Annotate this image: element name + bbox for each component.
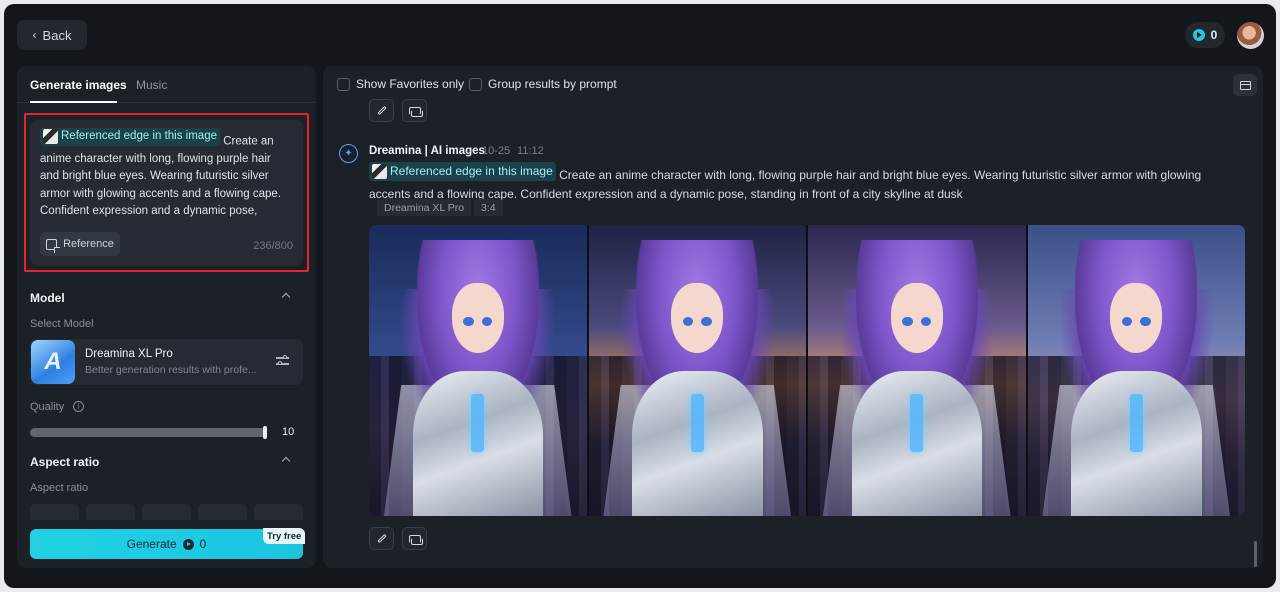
back-button[interactable]: ‹ Back [17, 20, 87, 50]
ratio-tag: 3:4 [474, 199, 503, 216]
repeat-icon [408, 106, 423, 117]
generate-label: Generate [126, 537, 177, 551]
reference-chip[interactable]: Referenced edge in this image [369, 162, 556, 181]
pencil-icon [376, 533, 387, 544]
avatar[interactable] [1237, 22, 1264, 49]
model-description: Better generation results with profe... [85, 364, 257, 376]
folder-icon [1239, 80, 1251, 90]
reference-chip-label: Referenced edge in this image [390, 164, 553, 178]
dreamina-logo-icon: ✦ [339, 144, 358, 163]
try-free-badge: Try free [263, 528, 306, 544]
credits-badge[interactable]: 0 [1185, 22, 1225, 48]
regenerate-button[interactable] [402, 527, 427, 550]
tab-generate-images[interactable]: Generate images [30, 78, 127, 92]
aspect-ratio-option[interactable] [254, 504, 303, 520]
generate-cost: 0 [199, 537, 207, 551]
tab-bar: Generate images Music [17, 66, 316, 103]
aspect-ratio-label: Aspect ratio [30, 482, 89, 494]
regenerate-button[interactable] [402, 99, 427, 122]
reference-thumbnail-icon [372, 164, 387, 179]
highlight-annotation [24, 113, 309, 272]
credit-icon [1192, 29, 1205, 41]
model-logo: A [31, 340, 75, 384]
aspect-ratio-option[interactable] [86, 504, 135, 520]
quality-label: Quality [30, 401, 65, 413]
results-panel: Show Favorites only Group results by pro… [323, 66, 1263, 568]
model-selector[interactable]: A Dreamina XL Pro Better generation resu… [30, 339, 303, 385]
aspect-section-title: Aspect ratio [30, 455, 100, 469]
bot-name: Dreamina | AI images [369, 145, 485, 157]
select-model-label: Select Model [30, 318, 94, 330]
model-tag: Dreamina XL Pro [377, 199, 472, 216]
edit-button[interactable] [369, 527, 394, 550]
app-window: ‹ Back 0 Generate images Music Reference… [4, 4, 1276, 588]
favorites-label: Show Favorites only [356, 77, 465, 91]
quality-slider[interactable] [30, 426, 267, 439]
generated-images [369, 225, 1245, 516]
quality-value: 10 [282, 426, 295, 438]
group-by-prompt-label: Group results by prompt [488, 77, 617, 91]
aspect-ratio-option[interactable] [198, 504, 247, 520]
result-time: 11:12 [517, 145, 544, 157]
result-prompt: Referenced edge in this image Create an … [369, 162, 1239, 204]
settings-sliders-icon[interactable] [276, 355, 289, 367]
aspect-ratio-option[interactable] [142, 504, 191, 520]
credits-count: 0 [1210, 28, 1218, 42]
folder-button[interactable] [1233, 74, 1257, 96]
result-date: 10-25 [482, 145, 511, 157]
repeat-icon [408, 534, 423, 545]
tab-music[interactable]: Music [136, 78, 167, 92]
info-icon[interactable]: i [73, 401, 84, 412]
back-label: Back [42, 27, 72, 43]
chevron-left-icon: ‹ [32, 28, 37, 42]
chevron-up-icon[interactable] [281, 455, 291, 465]
model-section-title: Model [30, 291, 65, 305]
generated-image[interactable] [808, 225, 1026, 516]
generated-image[interactable] [1027, 225, 1245, 516]
active-tab-indicator [30, 101, 117, 103]
aspect-ratio-option[interactable] [30, 504, 79, 520]
left-panel: Generate images Music Referenced edge in… [17, 66, 316, 568]
generated-image[interactable] [588, 225, 806, 516]
pencil-icon [376, 105, 387, 116]
favorites-checkbox[interactable] [337, 78, 350, 91]
scrollbar[interactable] [1254, 541, 1257, 567]
quality-slider-handle[interactable] [263, 426, 267, 439]
model-name: Dreamina XL Pro [85, 348, 173, 360]
credit-icon [182, 538, 194, 550]
chevron-up-icon[interactable] [281, 291, 291, 301]
edit-button[interactable] [369, 99, 394, 122]
generated-image[interactable] [369, 225, 587, 516]
group-by-prompt-checkbox[interactable] [469, 78, 482, 91]
